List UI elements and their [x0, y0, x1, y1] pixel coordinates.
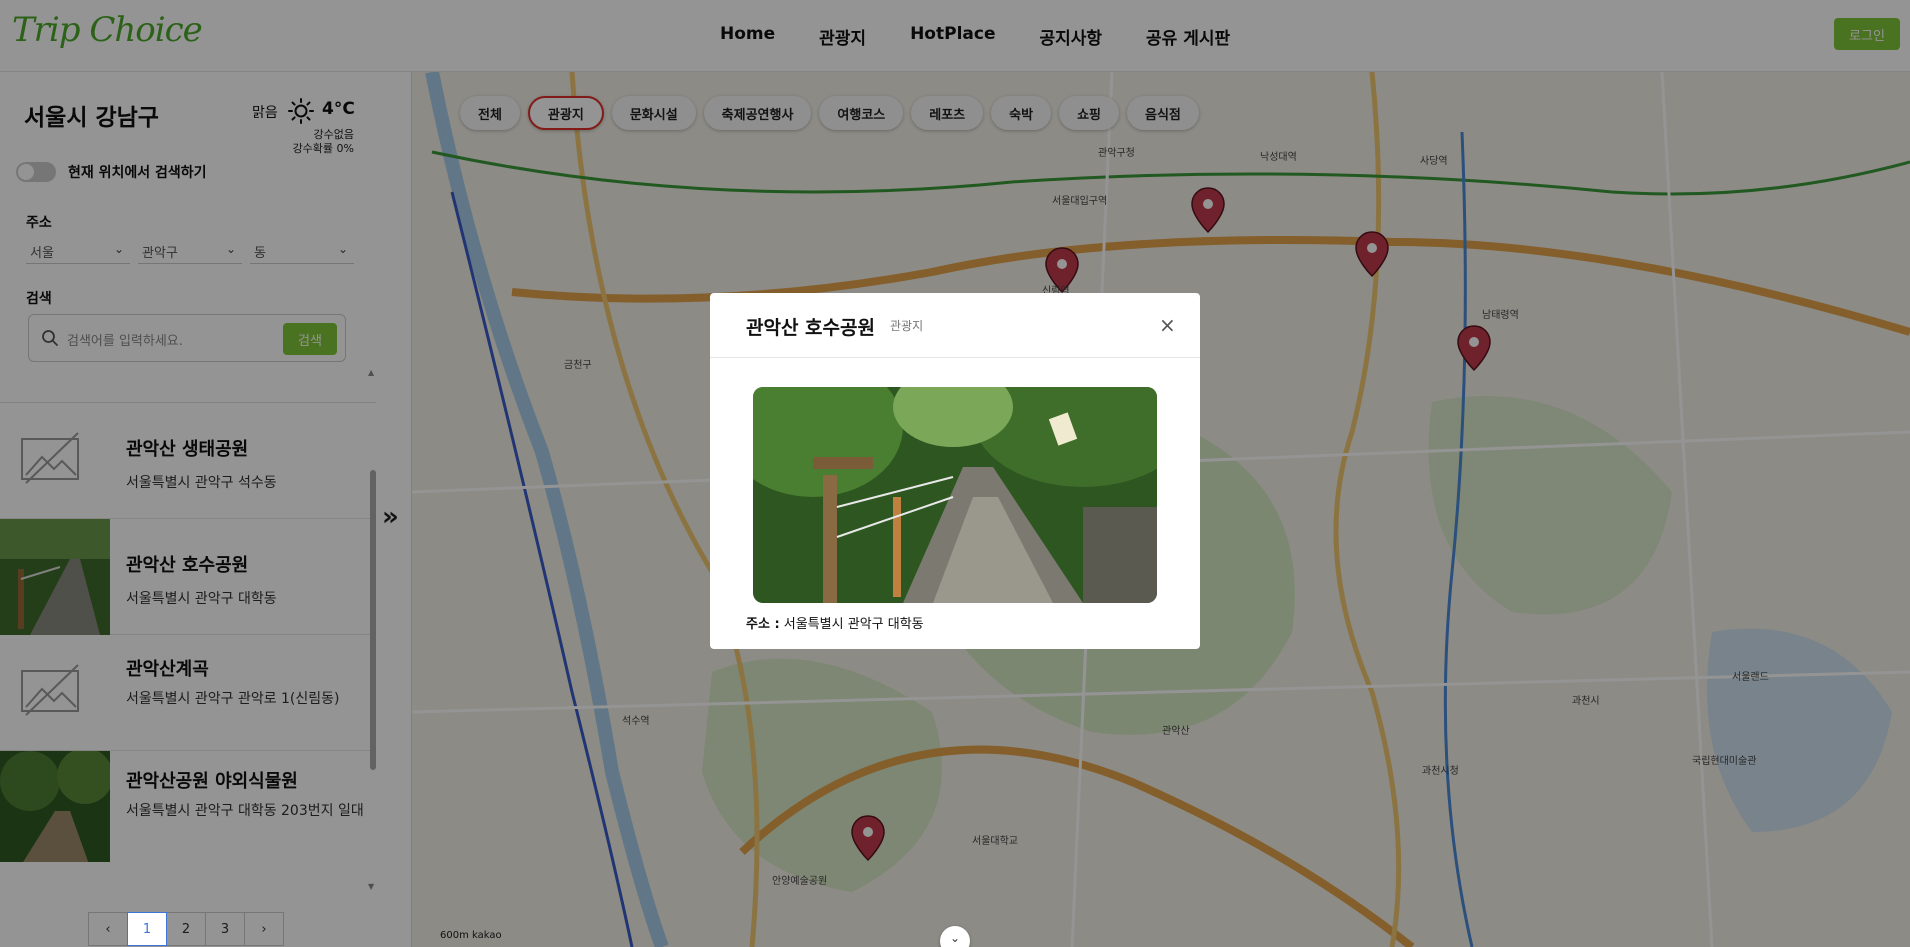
modal-divider: [710, 357, 1200, 358]
modal-photo: [753, 387, 1157, 603]
modal-address: 주소 : 서울특별시 관악구 대학동: [746, 613, 924, 632]
modal-category: 관광지: [890, 319, 924, 333]
modal-title: 관악산 호수공원: [746, 317, 875, 339]
page-button-1[interactable]: 1: [127, 912, 167, 946]
address-prefix: 주소 :: [746, 617, 780, 632]
trail-photo: [753, 387, 1157, 603]
close-icon[interactable]: ×: [1159, 313, 1176, 337]
place-detail-modal: 관악산 호수공원 관광지 × 주소 : 서울특별시 관악구 대학동: [710, 293, 1200, 649]
address-value: 서울특별시 관악구 대학동: [783, 617, 924, 632]
